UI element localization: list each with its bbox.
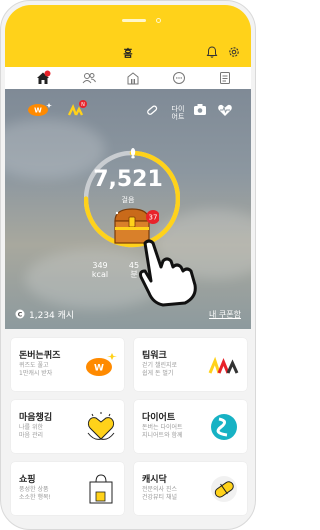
pointing-hand-icon	[139, 239, 197, 307]
step-hero: W N 다이 어트 7,521 걸음 37 349 kcal 45 분	[5, 89, 251, 329]
quiz-coin-icon: W	[86, 353, 117, 376]
heart-hands-icon	[87, 412, 115, 440]
building-icon[interactable]	[125, 70, 141, 86]
cash-balance[interactable]: 1,234 캐시	[29, 308, 74, 321]
chat-bubble-icon[interactable]	[171, 70, 187, 86]
nav-bar	[5, 67, 251, 89]
diet-link[interactable]: 다이 어트	[167, 105, 189, 121]
kcal-stat: 349 kcal	[87, 261, 113, 279]
quiz-coin-icon[interactable]: W	[27, 101, 53, 117]
phone-frame: 홈 W N 다이 어트 7,521 걸음 37 349 kcal 45 분 C …	[0, 0, 256, 530]
camera-dot	[156, 18, 161, 23]
document-icon[interactable]	[217, 70, 233, 86]
card-teamwork[interactable]: 팀워크 걷기 챌린지로 쉽게 돈 벌기	[134, 338, 247, 391]
top-header: 홈	[5, 5, 251, 67]
people-icon[interactable]	[81, 70, 97, 86]
cashdoc-pill-icon	[211, 476, 237, 502]
bell-icon[interactable]	[205, 45, 219, 59]
diet-logo-icon	[211, 414, 237, 440]
teamwork-logo-icon	[208, 356, 239, 374]
teamwork-logo-icon[interactable]: N	[67, 99, 89, 119]
speaker-notch	[122, 19, 146, 22]
coupon-link[interactable]: 내 쿠폰함	[209, 309, 241, 320]
svg-text:W: W	[94, 364, 104, 374]
new-badge	[44, 70, 51, 77]
heart-icon[interactable]	[217, 103, 233, 117]
card-money-quiz[interactable]: 돈버는퀴즈 퀴즈도 풀고 1만캐시 받자 W	[11, 338, 124, 391]
card-diet[interactable]: 다이어트 돈버는 다이어트 지니어트와 함께	[134, 400, 247, 453]
gear-icon[interactable]	[227, 45, 241, 59]
camera-icon[interactable]	[193, 103, 207, 116]
svg-text:W: W	[34, 107, 42, 115]
footprint-icon	[130, 148, 136, 159]
step-unit: 걸음	[121, 196, 135, 204]
svg-text:N: N	[81, 102, 85, 108]
card-shopping[interactable]: 쇼핑 풍성한 상품 소소한 행복!	[11, 462, 124, 515]
pill-icon[interactable]	[145, 103, 159, 117]
cash-coin-icon: C	[15, 309, 25, 319]
kcal-unit: kcal	[91, 270, 109, 279]
shopping-bag-icon	[89, 474, 113, 504]
card-mindfulness[interactable]: 마음챙김 나를 위한 마음 관리	[11, 400, 124, 453]
step-count: 7,521	[93, 167, 163, 192]
kcal-value: 349	[92, 261, 108, 270]
house-icon[interactable]	[35, 70, 51, 86]
svg-text:C: C	[18, 310, 23, 318]
svg-text:37: 37	[149, 214, 158, 222]
cash-bar: C 1,234 캐시 내 쿠폰함	[5, 301, 251, 327]
card-cashdoc[interactable]: 캐시닥 전문의사 진스 건강뷰티 채널	[134, 462, 247, 515]
